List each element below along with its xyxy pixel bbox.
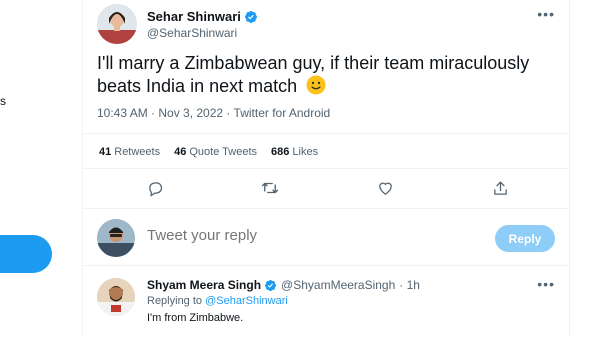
retweets-stat[interactable]: 41 Retweets	[99, 146, 160, 158]
verified-badge-icon	[264, 279, 277, 291]
quote-tweets-label: Quote Tweets	[189, 146, 258, 158]
verified-badge-icon	[244, 10, 257, 23]
reply-author-handle[interactable]: @ShyamMeeraSingh	[281, 278, 395, 292]
reply-author-avatar[interactable]	[97, 278, 135, 316]
tweet-detail-column: Sehar Shinwari @SeharShinwari ••• I'll m…	[82, 0, 570, 338]
tweet-text: I'll marry a Zimbabwean guy, if their te…	[97, 52, 567, 98]
replying-to-line: Replying to @SeharShinwari	[147, 295, 288, 307]
replying-to-link[interactable]: @SeharShinwari	[205, 295, 288, 307]
divider	[83, 265, 569, 266]
left-sidebar: s	[0, 0, 82, 338]
reply-author-name[interactable]: Shyam Meera Singh	[147, 278, 261, 292]
quote-tweets-count: 46	[174, 146, 187, 158]
share-icon[interactable]	[488, 176, 512, 200]
retweet-icon[interactable]	[258, 176, 282, 200]
divider	[83, 168, 569, 169]
tweet-stats: 41 Retweets 46 Quote Tweets 686 Likes	[99, 146, 318, 158]
reply-tweet[interactable]: Shyam Meera Singh @ShyamMeeraSingh · 1h …	[83, 268, 569, 338]
author-avatar[interactable]	[97, 4, 137, 44]
more-options-icon[interactable]: •••	[537, 276, 555, 292]
reply-composer: Reply	[83, 211, 569, 265]
tweet-author-row: Sehar Shinwari @SeharShinwari •••	[97, 4, 559, 44]
slightly-smiling-face-icon	[306, 75, 326, 95]
divider	[83, 133, 569, 134]
likes-stat[interactable]: 686 Likes	[271, 146, 318, 158]
author-display-name[interactable]: Sehar Shinwari	[147, 9, 258, 24]
reply-author-header: Shyam Meera Singh @ShyamMeeraSingh · 1h	[147, 278, 420, 292]
tweet-reply-input[interactable]	[147, 227, 447, 244]
reply-icon[interactable]	[143, 176, 167, 200]
like-heart-icon[interactable]	[373, 176, 397, 200]
sidebar-nav-label-fragment[interactable]: s	[0, 94, 6, 108]
author-name-text[interactable]: Sehar Shinwari	[147, 9, 241, 24]
retweets-count: 41	[99, 146, 112, 158]
reply-button[interactable]: Reply	[495, 225, 555, 252]
reply-timestamp[interactable]: · 1h	[399, 278, 420, 292]
tweet-timestamp-source[interactable]: 10:43 AM · Nov 3, 2022 · Twitter for And…	[97, 106, 330, 120]
likes-label: Likes	[292, 146, 319, 158]
more-options-icon[interactable]: •••	[537, 6, 555, 22]
retweets-label: Retweets	[114, 146, 161, 158]
likes-count: 686	[271, 146, 290, 158]
quote-tweets-stat[interactable]: 46 Quote Tweets	[174, 146, 257, 158]
tweet-compose-button[interactable]	[0, 235, 52, 273]
author-handle[interactable]: @SeharShinwari	[147, 26, 258, 40]
replying-to-prefix: Replying to	[147, 295, 203, 307]
tweet-action-bar	[83, 176, 569, 200]
current-user-avatar[interactable]	[97, 219, 135, 257]
divider	[83, 208, 569, 209]
author-name-block: Sehar Shinwari @SeharShinwari	[147, 9, 258, 40]
reply-tweet-text: I'm from Zimbabwe.	[147, 312, 244, 324]
